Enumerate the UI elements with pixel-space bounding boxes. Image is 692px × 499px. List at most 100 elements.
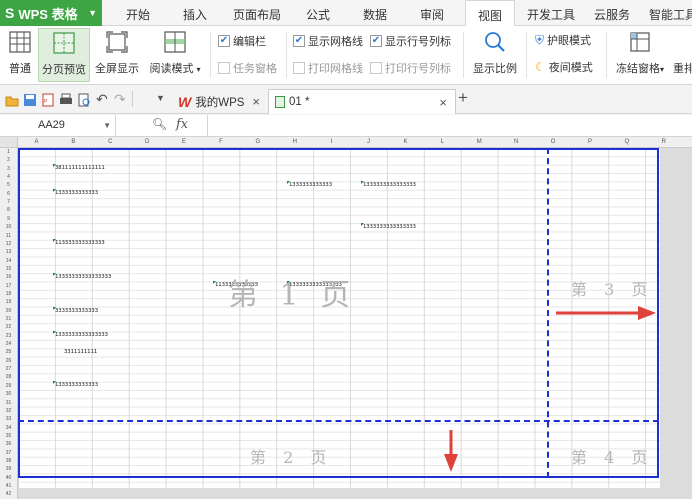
row-header-14[interactable]: 14 [0, 257, 17, 265]
eye-protection-toggle[interactable]: ⛨ 护眼模式 [535, 32, 591, 48]
row-header-4[interactable]: 4 [0, 173, 17, 181]
name-box[interactable]: AA29 ▼ [0, 115, 116, 136]
edit-bar-checkbox[interactable]: ✔ 编辑栏 [218, 33, 266, 49]
reading-mode-button[interactable]: 阅读模式 ▾ [146, 28, 204, 82]
print-gridlines-checkbox[interactable]: 打印网格线 [293, 60, 363, 76]
row-header-34[interactable]: 34 [0, 424, 17, 432]
undo-icon[interactable]: ↶ [96, 91, 110, 107]
column-header-l[interactable]: L [424, 137, 461, 148]
row-header-28[interactable]: 28 [0, 373, 17, 381]
row-header-24[interactable]: 24 [0, 340, 17, 348]
row-header-32[interactable]: 32 [0, 407, 17, 415]
save-icon[interactable] [23, 93, 37, 107]
row-header-42[interactable]: 42 [0, 490, 17, 498]
row-header-20[interactable]: 20 [0, 307, 17, 315]
tab-page-layout[interactable]: 页面布局 [228, 0, 286, 26]
print-icon[interactable] [59, 93, 73, 107]
tab-insert[interactable]: 插入 [175, 0, 215, 26]
show-gridlines-checkbox[interactable]: ✔ 显示网格线 [293, 33, 363, 49]
column-header-h[interactable]: H [276, 137, 313, 148]
row-header-36[interactable]: 36 [0, 440, 17, 448]
cell-grid[interactable]: 381111111111111 1333333333333 1333333333… [18, 148, 660, 488]
row-header-27[interactable]: 27 [0, 365, 17, 373]
column-header-i[interactable]: I [313, 137, 350, 148]
column-header-p[interactable]: P [572, 137, 609, 148]
row-header-30[interactable]: 30 [0, 390, 17, 398]
horizontal-page-break[interactable] [18, 420, 659, 422]
row-header-19[interactable]: 19 [0, 298, 17, 306]
column-header-k[interactable]: K [387, 137, 424, 148]
row-header-10[interactable]: 10 [0, 223, 17, 231]
doc-tab-my-wps[interactable]: W 我的WPS × [172, 89, 268, 114]
row-header-39[interactable]: 39 [0, 465, 17, 473]
column-header-c[interactable]: C [92, 137, 129, 148]
tab-formulas[interactable]: 公式 [298, 0, 338, 26]
column-header-d[interactable]: D [129, 137, 166, 148]
zoom-lookup-icon[interactable]: 🔍︎ [152, 117, 167, 131]
row-header-38[interactable]: 38 [0, 457, 17, 465]
full-screen-button[interactable]: 全屏显示 [93, 28, 141, 82]
row-header-25[interactable]: 25 [0, 348, 17, 356]
doc-tab-01[interactable]: 01 * × [268, 89, 456, 114]
zoom-button[interactable]: 显示比例 [470, 28, 520, 82]
row-header-6[interactable]: 6 [0, 190, 17, 198]
row-header-12[interactable]: 12 [0, 240, 17, 248]
row-header-22[interactable]: 22 [0, 323, 17, 331]
row-header-41[interactable]: 41 [0, 482, 17, 490]
column-header-r[interactable]: R [645, 137, 682, 148]
customize-toolbar-caret-icon[interactable]: ▼ [156, 93, 170, 107]
column-header-q[interactable]: Q [608, 137, 645, 148]
row-header-23[interactable]: 23 [0, 332, 17, 340]
formula-input[interactable] [210, 115, 692, 136]
tab-cloud[interactable]: 云服务 [590, 0, 634, 26]
row-header-15[interactable]: 15 [0, 265, 17, 273]
tab-review[interactable]: 审阅 [412, 0, 452, 26]
tab-data[interactable]: 数据 [355, 0, 395, 26]
column-header-m[interactable]: M [461, 137, 498, 148]
row-header-40[interactable]: 40 [0, 474, 17, 482]
night-mode-toggle[interactable]: ☾ 夜间模式 [535, 59, 593, 75]
row-header-29[interactable]: 29 [0, 382, 17, 390]
row-header-11[interactable]: 11 [0, 232, 17, 240]
row-header-16[interactable]: 16 [0, 273, 17, 281]
redo-icon[interactable]: ↷ [114, 91, 128, 107]
tab-developer[interactable]: 开发工具 [522, 0, 580, 26]
column-header-o[interactable]: O [535, 137, 572, 148]
row-header-31[interactable]: 31 [0, 399, 17, 407]
close-icon[interactable]: × [439, 95, 447, 110]
tab-smart-tools[interactable]: 智能工具 [645, 0, 692, 26]
row-header-33[interactable]: 33 [0, 415, 17, 423]
close-icon[interactable]: × [252, 94, 260, 109]
normal-view-button[interactable]: 普通 [3, 28, 37, 82]
row-header-26[interactable]: 26 [0, 357, 17, 365]
chevron-down-icon[interactable]: ▼ [103, 115, 111, 136]
row-header-35[interactable]: 35 [0, 432, 17, 440]
column-header-a[interactable]: A [18, 137, 55, 148]
open-folder-icon[interactable] [5, 93, 19, 107]
tab-view[interactable]: 视图 [465, 0, 515, 27]
row-header-21[interactable]: 21 [0, 315, 17, 323]
tab-home[interactable]: 开始 [118, 0, 158, 26]
column-header-b[interactable]: B [55, 137, 92, 148]
print-headings-checkbox[interactable]: 打印行号列标 [370, 60, 451, 76]
row-header-37[interactable]: 37 [0, 449, 17, 457]
task-pane-checkbox[interactable]: 任务窗格 [218, 60, 277, 76]
row-header-18[interactable]: 18 [0, 290, 17, 298]
wps-app-menu-button[interactable]: S WPS 表格 ▼ [0, 0, 102, 26]
new-tab-plus-icon[interactable]: + [458, 88, 468, 108]
row-header-13[interactable]: 13 [0, 248, 17, 256]
column-header-e[interactable]: E [166, 137, 203, 148]
row-header-5[interactable]: 5 [0, 181, 17, 189]
show-headings-checkbox[interactable]: ✔ 显示行号列标 [370, 33, 451, 49]
row-header-9[interactable]: 9 [0, 215, 17, 223]
export-pdf-icon[interactable]: P [41, 93, 55, 107]
row-header-17[interactable]: 17 [0, 282, 17, 290]
select-all-corner[interactable] [0, 137, 18, 148]
vertical-page-break[interactable] [547, 148, 549, 478]
column-header-g[interactable]: G [239, 137, 276, 148]
column-header-f[interactable]: F [203, 137, 240, 148]
column-header-j[interactable]: J [350, 137, 387, 148]
freeze-panes-button[interactable]: 冻结窗格▾ [612, 28, 668, 82]
insert-function-button[interactable]: fx [176, 117, 188, 132]
row-header-2[interactable]: 2 [0, 156, 17, 164]
